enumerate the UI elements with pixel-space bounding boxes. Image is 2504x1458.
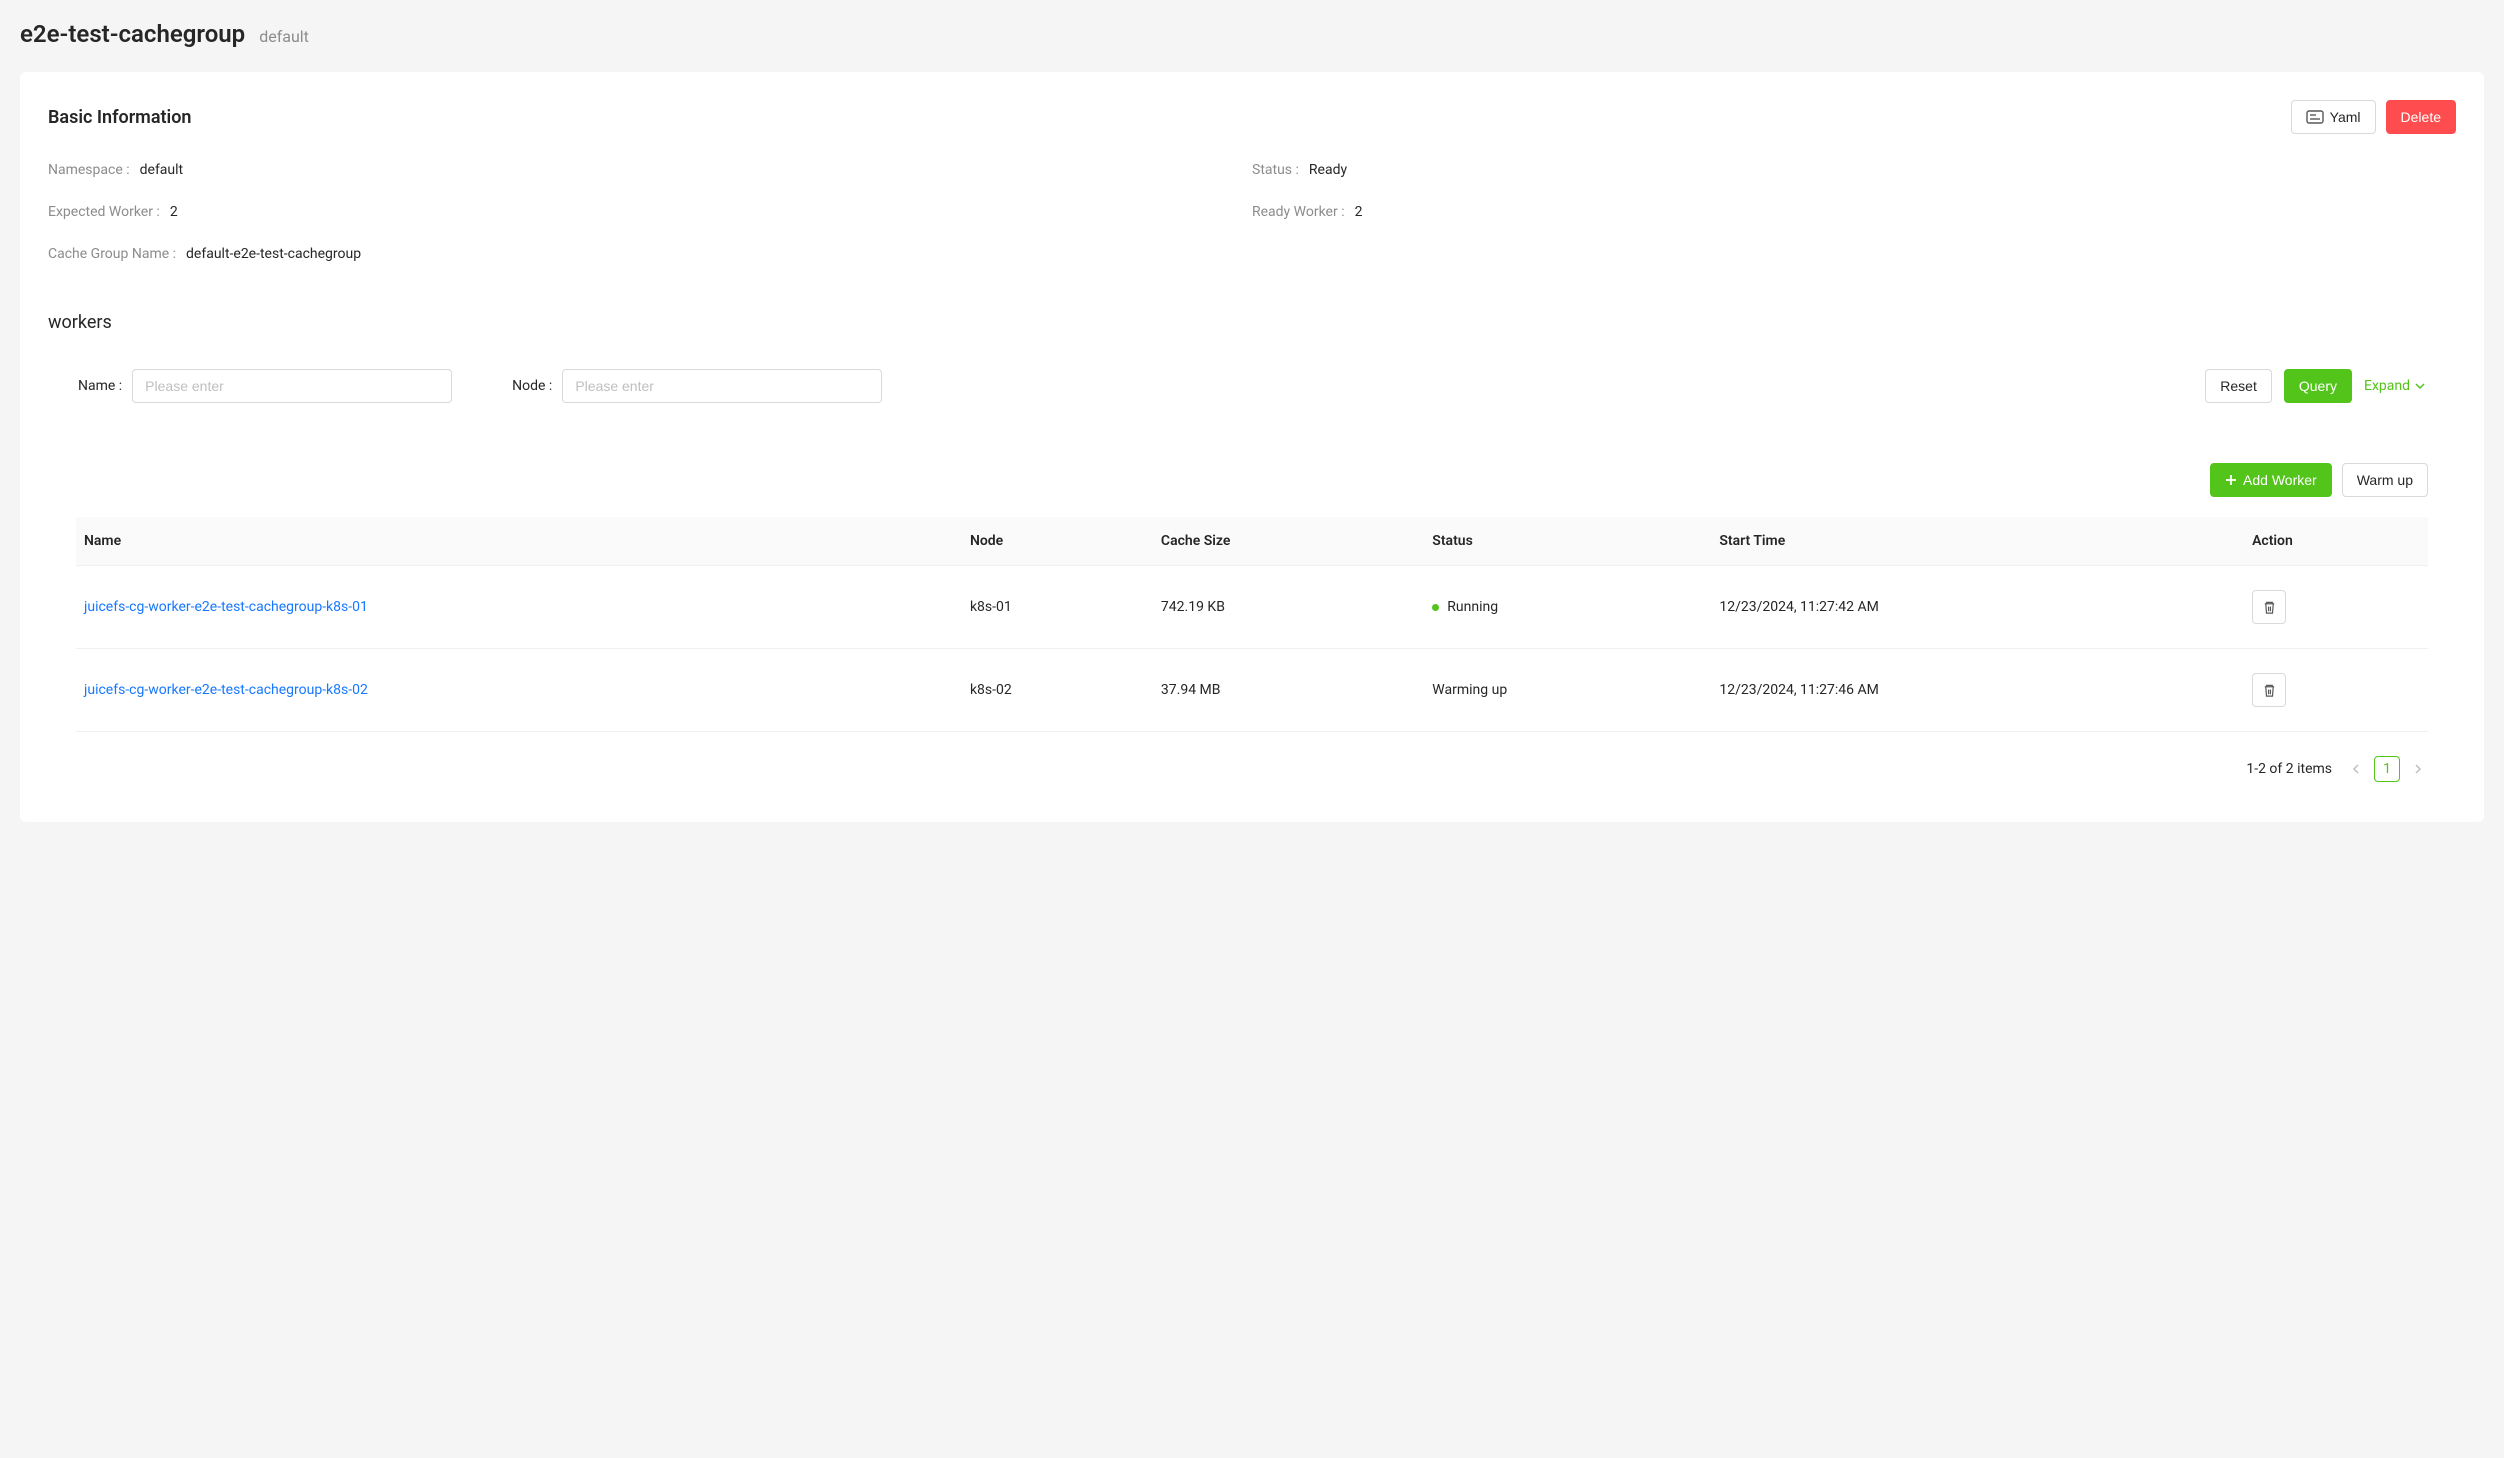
- filter-bar: Name : Node : Reset Query Expand: [48, 369, 2456, 403]
- reset-button[interactable]: Reset: [2205, 369, 2272, 403]
- filter-name: Name :: [78, 369, 452, 403]
- worker-node: k8s-02: [958, 649, 1149, 732]
- expected-worker-label: Expected Worker :: [48, 204, 160, 220]
- worker-status: Warming up: [1420, 649, 1707, 732]
- status-label: Status :: [1252, 162, 1299, 178]
- add-worker-label: Add Worker: [2243, 472, 2317, 488]
- namespace-label: Namespace :: [48, 162, 130, 178]
- query-button-label: Query: [2299, 378, 2337, 394]
- table-actions: Add Worker Warm up: [48, 463, 2456, 497]
- yaml-button[interactable]: Yaml: [2291, 100, 2376, 134]
- delete-button[interactable]: Delete: [2386, 100, 2456, 134]
- basic-info-title: Basic Information: [48, 107, 191, 128]
- expand-label: Expand: [2364, 378, 2410, 394]
- filter-node: Node :: [512, 369, 882, 403]
- worker-status-text: Warming up: [1432, 682, 1507, 698]
- namespace-value: default: [140, 162, 184, 178]
- page-header: e2e-test-cachegroup default: [20, 20, 2484, 48]
- delete-button-label: Delete: [2401, 109, 2441, 125]
- col-status: Status: [1420, 517, 1707, 566]
- filter-name-input[interactable]: [132, 369, 452, 403]
- status-dot-icon: [1432, 604, 1439, 611]
- col-name: Name: [76, 517, 958, 566]
- trash-icon: [2262, 683, 2277, 698]
- page-subtitle: default: [259, 27, 309, 46]
- add-worker-button[interactable]: Add Worker: [2210, 463, 2332, 497]
- col-node: Node: [958, 517, 1149, 566]
- chevron-right-icon: [2413, 764, 2423, 774]
- worker-node: k8s-01: [958, 566, 1149, 649]
- pagination-page-1[interactable]: 1: [2374, 756, 2400, 782]
- worker-start-time: 12/23/2024, 11:27:46 AM: [1707, 649, 2240, 732]
- worker-status: Running: [1420, 566, 1707, 649]
- filter-fields: Name : Node :: [78, 369, 882, 403]
- main-card: Basic Information Yaml Delete Namespace …: [20, 72, 2484, 822]
- worker-name-link[interactable]: juicefs-cg-worker-e2e-test-cachegroup-k8…: [84, 682, 368, 698]
- basic-info-header: Basic Information Yaml Delete: [48, 100, 2456, 134]
- filter-name-label: Name :: [78, 378, 122, 394]
- warm-up-label: Warm up: [2357, 472, 2413, 488]
- col-cache-size: Cache Size: [1149, 517, 1420, 566]
- worker-name-link[interactable]: juicefs-cg-worker-e2e-test-cachegroup-k8…: [84, 599, 368, 615]
- workers-table: Name Node Cache Size Status Start Time A…: [76, 517, 2428, 732]
- info-namespace: Namespace : default: [48, 162, 1252, 178]
- table-row: juicefs-cg-worker-e2e-test-cachegroup-k8…: [76, 649, 2428, 732]
- worker-cache-size: 742.19 KB: [1149, 566, 1420, 649]
- filter-actions: Reset Query Expand: [2205, 369, 2426, 403]
- ready-worker-value: 2: [1355, 204, 1363, 220]
- worker-cache-size: 37.94 MB: [1149, 649, 1420, 732]
- card-actions: Yaml Delete: [2291, 100, 2456, 134]
- info-status: Status : Ready: [1252, 162, 2456, 178]
- delete-row-button[interactable]: [2252, 673, 2286, 707]
- trash-icon: [2262, 600, 2277, 615]
- delete-row-button[interactable]: [2252, 590, 2286, 624]
- warm-up-button[interactable]: Warm up: [2342, 463, 2428, 497]
- table-row: juicefs-cg-worker-e2e-test-cachegroup-k8…: [76, 566, 2428, 649]
- filter-node-label: Node :: [512, 378, 552, 394]
- filter-node-input[interactable]: [562, 369, 882, 403]
- col-action: Action: [2240, 517, 2428, 566]
- status-value: Ready: [1309, 162, 1347, 178]
- pagination-next[interactable]: [2408, 764, 2428, 774]
- pagination-nav: 1: [2346, 756, 2428, 782]
- plus-icon: [2225, 474, 2237, 486]
- reset-button-label: Reset: [2220, 378, 2257, 394]
- expected-worker-value: 2: [170, 204, 178, 220]
- workers-section-title: workers: [48, 312, 2456, 333]
- col-start-time: Start Time: [1707, 517, 2240, 566]
- pagination: 1-2 of 2 items 1: [48, 756, 2456, 782]
- chevron-down-icon: [2414, 380, 2426, 392]
- cachegroup-name-label: Cache Group Name :: [48, 246, 176, 262]
- basic-info-grid: Namespace : default Status : Ready Expec…: [48, 162, 2456, 262]
- expand-toggle[interactable]: Expand: [2364, 378, 2426, 394]
- table-header-row: Name Node Cache Size Status Start Time A…: [76, 517, 2428, 566]
- workers-table-wrap: Name Node Cache Size Status Start Time A…: [48, 517, 2456, 732]
- chevron-left-icon: [2351, 764, 2361, 774]
- worker-start-time: 12/23/2024, 11:27:42 AM: [1707, 566, 2240, 649]
- query-button[interactable]: Query: [2284, 369, 2352, 403]
- yaml-icon: [2306, 110, 2324, 124]
- worker-status-text: Running: [1447, 599, 1498, 615]
- info-ready-worker: Ready Worker : 2: [1252, 204, 2456, 220]
- pagination-summary: 1-2 of 2 items: [2246, 761, 2332, 777]
- ready-worker-label: Ready Worker :: [1252, 204, 1345, 220]
- pagination-prev[interactable]: [2346, 764, 2366, 774]
- page-title: e2e-test-cachegroup: [20, 20, 245, 48]
- yaml-button-label: Yaml: [2330, 109, 2361, 125]
- info-cachegroup-name: Cache Group Name : default-e2e-test-cach…: [48, 246, 2456, 262]
- info-expected-worker: Expected Worker : 2: [48, 204, 1252, 220]
- cachegroup-name-value: default-e2e-test-cachegroup: [186, 246, 361, 262]
